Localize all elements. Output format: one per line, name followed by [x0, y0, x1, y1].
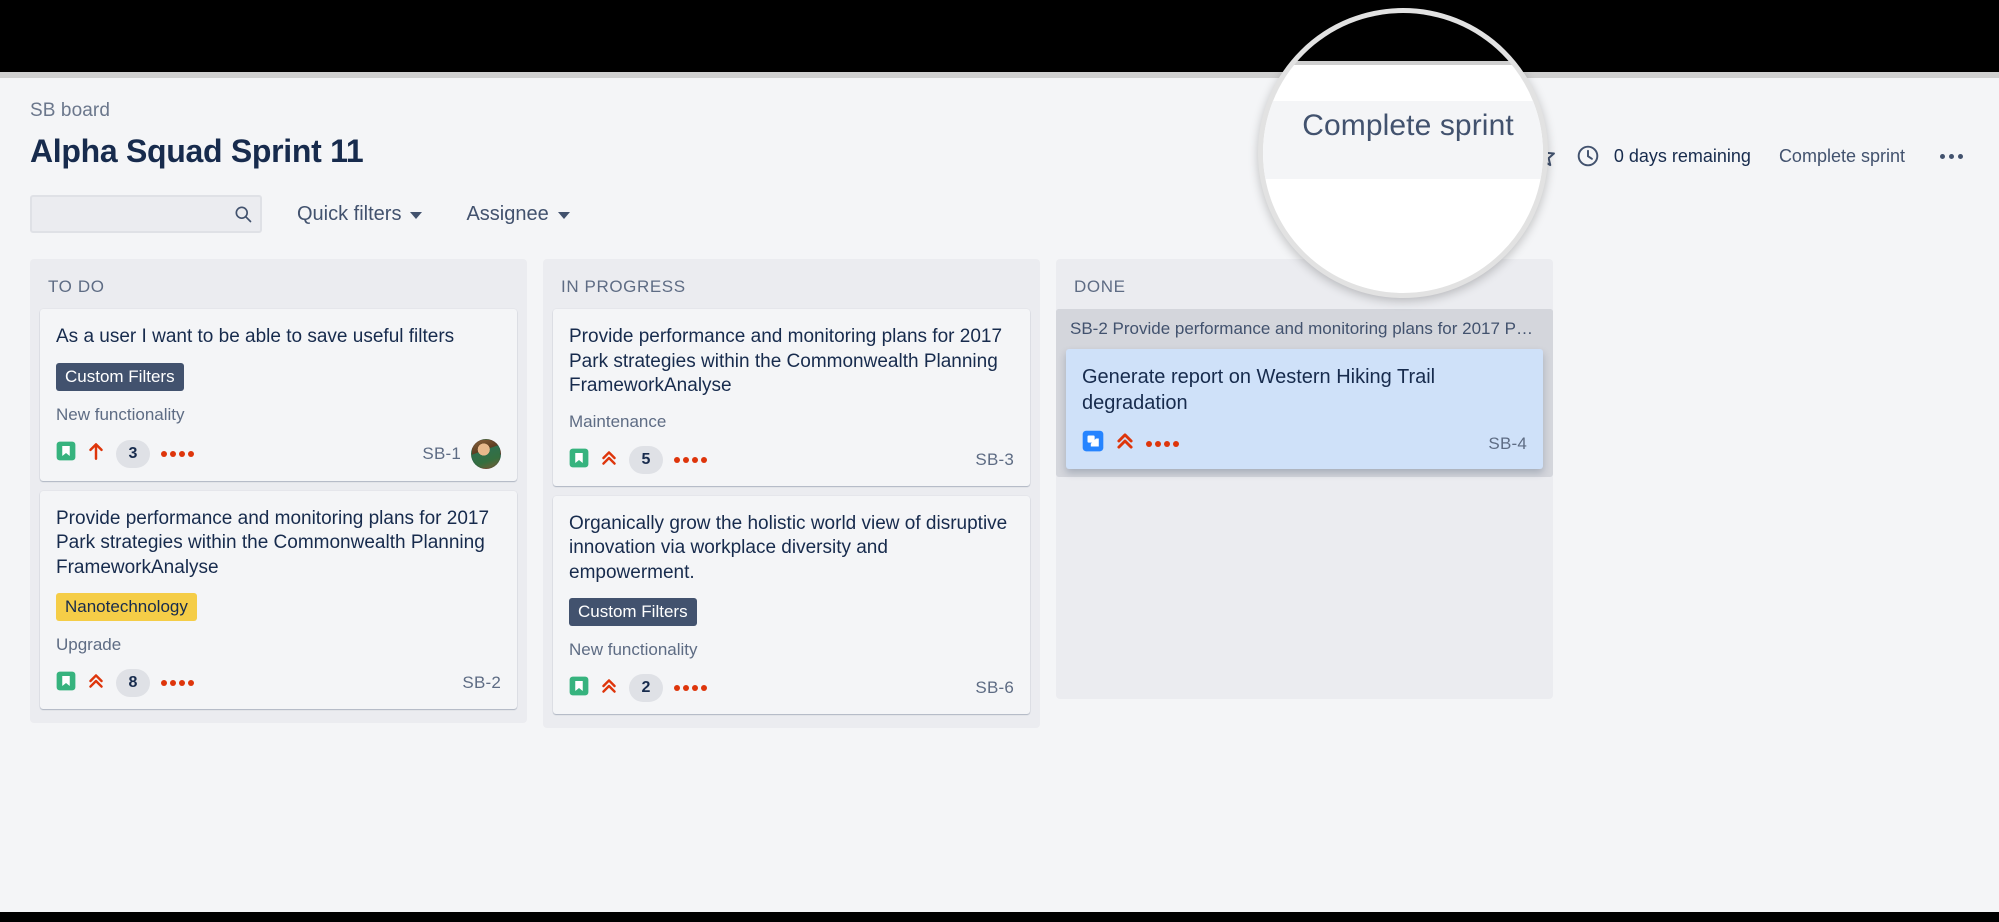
- flag-dots-icon: [674, 685, 707, 692]
- flag-dots-icon: [1146, 440, 1179, 447]
- quick-filters-label: Quick filters: [297, 202, 402, 225]
- card-footer-right: SB-3: [975, 450, 1014, 470]
- card-summary: Organically grow the holistic world view…: [569, 513, 1008, 583]
- card-epic: Upgrade: [56, 635, 122, 655]
- clock-button[interactable]: [1568, 136, 1608, 176]
- ellipsis-icon: [1939, 153, 1963, 159]
- priority-high-icon: [87, 671, 105, 696]
- assignee-label: Assignee: [466, 202, 549, 225]
- clock-icon: [1575, 143, 1601, 169]
- priority-high-icon: [600, 676, 618, 701]
- board-more-menu-button[interactable]: [1929, 136, 1973, 176]
- card-sb-2[interactable]: Provide performance and monitoring plans…: [40, 490, 517, 710]
- card-sb-6[interactable]: Organically grow the holistic world view…: [553, 496, 1030, 715]
- card-sb-1[interactable]: As a user I want to be able to save usef…: [40, 309, 517, 481]
- card-footer-left: 3: [56, 439, 194, 468]
- board-header: SB board Alpha Squad Sprint 11 0 days re…: [0, 78, 1999, 176]
- drag-placeholder: SB-2 Provide performance and monitoring …: [1056, 309, 1553, 478]
- column-title: IN PROGRESS: [561, 277, 686, 297]
- breadcrumb[interactable]: SB board: [30, 100, 1969, 122]
- card-label[interactable]: Custom Filters: [569, 598, 697, 627]
- issue-key[interactable]: SB-2: [462, 673, 501, 693]
- card-summary: Provide performance and monitoring plans…: [56, 507, 490, 578]
- magnifier-overlay: Complete sprint: [1258, 8, 1548, 298]
- story-points-badge: 3: [116, 439, 150, 468]
- issue-key[interactable]: SB-4: [1488, 434, 1527, 454]
- screen-root: SB board Alpha Squad Sprint 11 0 days re…: [0, 0, 1999, 922]
- card-footer: 2 SB-6: [569, 674, 1014, 703]
- card-footer-right: SB-4: [1488, 434, 1527, 454]
- column-inprogress[interactable]: IN PROGRESS Provide performance and moni…: [543, 259, 1040, 729]
- magnified-complete-sprint-label: Complete sprint: [1302, 109, 1514, 142]
- card-epic: New functionality: [56, 404, 185, 424]
- card-summary: As a user I want to be able to save usef…: [56, 326, 455, 348]
- column-todo[interactable]: TO DO As a user I want to be able to sav…: [30, 259, 527, 724]
- issue-key[interactable]: SB-3: [975, 450, 1014, 470]
- search-input[interactable]: [30, 195, 262, 234]
- issue-key[interactable]: SB-6: [975, 678, 1014, 698]
- quick-filters-dropdown[interactable]: Quick filters: [288, 196, 431, 233]
- priority-high-icon: [1115, 430, 1135, 457]
- card-footer-right: SB-1: [422, 438, 501, 469]
- card-footer: 8 SB-2: [56, 669, 501, 698]
- column-title: TO DO: [48, 277, 105, 297]
- header-actions: 0 days remaining Complete sprint: [1524, 136, 1973, 176]
- card-footer-left: 5: [569, 446, 707, 475]
- story-icon: [569, 448, 589, 473]
- story-icon: [56, 441, 76, 466]
- story-points-badge: 5: [629, 446, 663, 475]
- days-remaining-text: 0 days remaining: [1613, 145, 1751, 166]
- card-epic: Maintenance: [569, 412, 667, 432]
- avatar[interactable]: [471, 438, 501, 469]
- card-footer-left: 8: [56, 669, 194, 698]
- column-card-list: As a user I want to be able to save usef…: [30, 309, 527, 710]
- story-points-badge: 8: [116, 669, 150, 698]
- drag-ghost-label: SB-2 Provide performance and monitoring …: [1056, 309, 1553, 350]
- flag-dots-icon: [674, 457, 707, 464]
- card-label[interactable]: Custom Filters: [56, 362, 184, 391]
- magnifier-black-strip: [1263, 13, 1543, 61]
- chevron-down-icon: [410, 212, 423, 220]
- assignee-dropdown[interactable]: Assignee: [457, 196, 578, 233]
- chevron-down-icon: [557, 212, 570, 220]
- card-footer-left: 2: [569, 674, 707, 703]
- column-header: IN PROGRESS: [543, 259, 1040, 309]
- priority-high-icon: [600, 448, 618, 473]
- card-footer: 5 SB-3: [569, 446, 1014, 475]
- jira-board-app: SB board Alpha Squad Sprint 11 0 days re…: [0, 78, 1999, 912]
- magnifier-gray-strip: [1263, 61, 1543, 65]
- card-label[interactable]: Nanotechnology: [56, 592, 197, 622]
- card-footer: 3 SB-1: [56, 438, 501, 469]
- search-wrap: [30, 195, 262, 234]
- card-summary: Generate report on Western Hiking Trail …: [1082, 366, 1436, 414]
- card-epic: New functionality: [569, 640, 698, 660]
- card-footer-left: [1082, 430, 1179, 457]
- flag-dots-icon: [161, 680, 194, 687]
- story-icon: [56, 671, 76, 696]
- issue-key[interactable]: SB-1: [422, 444, 461, 464]
- priority-medium-up-icon: [87, 441, 105, 466]
- card-footer-right: SB-2: [462, 673, 501, 693]
- browser-bottom-chrome: [0, 912, 1999, 922]
- card-sb-3[interactable]: Provide performance and monitoring plans…: [553, 309, 1030, 487]
- browser-top-chrome: [0, 0, 1999, 72]
- page-title: Alpha Squad Sprint 11: [30, 133, 364, 169]
- filter-bar: Quick filters Assignee: [0, 169, 1999, 234]
- complete-sprint-button[interactable]: Complete sprint: [1764, 137, 1919, 175]
- card-footer-right: SB-6: [975, 678, 1014, 698]
- card-summary: Provide performance and monitoring plans…: [569, 326, 1003, 396]
- story-icon: [569, 676, 589, 701]
- story-points-badge: 2: [629, 674, 663, 703]
- column-done[interactable]: DONE SB-2 Provide performance and monito…: [1056, 259, 1553, 700]
- card-sb-4-dragging[interactable]: Generate report on Western Hiking Trail …: [1066, 349, 1543, 470]
- column-header: TO DO: [30, 259, 527, 309]
- card-footer: SB-4: [1082, 430, 1527, 457]
- column-card-list: Provide performance and monitoring plans…: [543, 309, 1040, 715]
- board-columns: TO DO As a user I want to be able to sav…: [0, 233, 1999, 729]
- task-icon: [1082, 430, 1104, 457]
- flag-dots-icon: [161, 450, 194, 457]
